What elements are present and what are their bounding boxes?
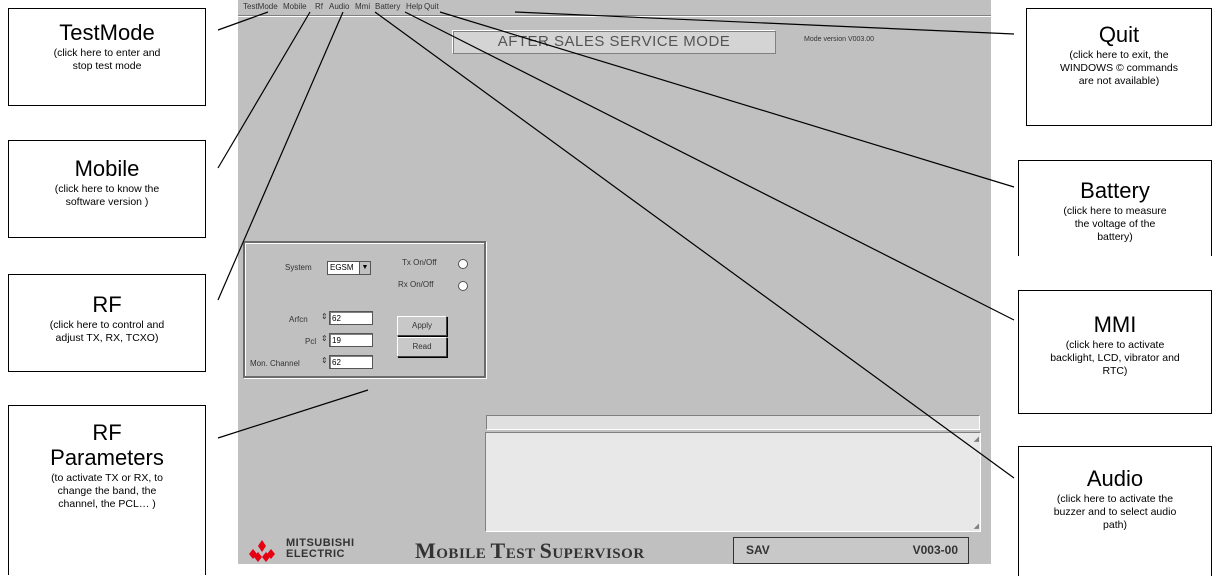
tx-onoff-label: Tx On/Off bbox=[402, 258, 437, 267]
system-label: System bbox=[285, 263, 312, 272]
brand-line-2: ELECTRIC bbox=[286, 548, 345, 560]
system-select[interactable]: EGSM ▼ bbox=[327, 261, 371, 275]
callout-title: Battery bbox=[1080, 178, 1150, 203]
read-button[interactable]: Read bbox=[397, 337, 447, 357]
callout-description: (click here to control and adjust TX, RX… bbox=[49, 319, 165, 344]
callout-rf-parameters: RF Parameters (to activate TX or RX, to … bbox=[8, 405, 206, 575]
mon-channel-spinner-icon[interactable]: ⇕ bbox=[321, 356, 328, 365]
callout-description: (click here to enter and stop test mode bbox=[53, 47, 161, 72]
callout-rf: RF (click here to control and adjust TX,… bbox=[8, 274, 206, 372]
resize-grip-icon: ◢ bbox=[973, 523, 979, 530]
mon-channel-field[interactable]: 62 bbox=[329, 355, 373, 369]
title-cap: S bbox=[539, 538, 553, 563]
rx-onoff-label: Rx On/Off bbox=[398, 280, 434, 289]
pcl-spinner-icon[interactable]: ⇕ bbox=[321, 334, 328, 343]
tx-onoff-radio[interactable] bbox=[458, 259, 468, 269]
callout-description: (click here to activate backlight, LCD, … bbox=[1050, 339, 1180, 377]
menu-separator bbox=[238, 15, 991, 17]
callout-title: RF Parameters bbox=[50, 420, 164, 470]
menu-help[interactable]: Help bbox=[406, 2, 422, 11]
product-title: MOBILE TEST SUPERVISOR bbox=[415, 538, 645, 564]
status-box: SAV V003-00 bbox=[733, 537, 969, 564]
rf-parameters-panel: System EGSM ▼ Tx On/Off Rx On/Off Arfcn … bbox=[243, 241, 486, 378]
menu-audio[interactable]: Audio bbox=[329, 2, 349, 11]
callout-title: Quit bbox=[1098, 22, 1140, 47]
title-cap: M bbox=[415, 538, 437, 563]
callout-description: (click here to know the software version… bbox=[54, 183, 160, 208]
progress-bar bbox=[486, 415, 980, 430]
callout-description: (click here to exit, the WINDOWS © comma… bbox=[1060, 49, 1178, 87]
app-window: TestMode Mobile Rf Audio Mmi Battery Hel… bbox=[238, 0, 991, 564]
arfcn-spinner-icon[interactable]: ⇕ bbox=[321, 312, 328, 321]
callout-title: RF bbox=[92, 292, 122, 317]
rx-onoff-radio[interactable] bbox=[458, 281, 468, 291]
brand-logo-text: MITSUBISHI ELECTRIC bbox=[286, 538, 355, 560]
menu-mobile[interactable]: Mobile bbox=[283, 2, 307, 11]
menu-bar: TestMode Mobile Rf Audio Mmi Battery Hel… bbox=[238, 0, 991, 14]
callout-title: MMI bbox=[1093, 312, 1137, 337]
callout-title: Mobile bbox=[74, 156, 140, 181]
callout-description: (to activate TX or RX, to change the ban… bbox=[51, 472, 163, 510]
pcl-label: Pcl bbox=[305, 337, 317, 346]
menu-testmode[interactable]: TestMode bbox=[243, 2, 278, 11]
status-right: V003-00 bbox=[912, 543, 958, 557]
resize-grip-icon: ◢ bbox=[973, 436, 979, 443]
title-rest: EST bbox=[505, 546, 540, 562]
callout-description: (click here to activate the buzzer and t… bbox=[1053, 493, 1177, 531]
menu-rf[interactable]: Rf bbox=[315, 2, 323, 11]
menu-battery[interactable]: Battery bbox=[375, 2, 400, 11]
mitsubishi-diamonds-icon bbox=[249, 540, 275, 562]
title-cap: T bbox=[490, 538, 506, 563]
apply-button[interactable]: Apply bbox=[397, 316, 447, 336]
mode-version: Mode version V003.00 bbox=[804, 36, 875, 43]
callout-title: TestMode bbox=[59, 20, 155, 45]
arfcn-label: Arfcn bbox=[289, 315, 308, 324]
menu-quit[interactable]: Quit bbox=[424, 2, 439, 11]
callout-quit: Quit (click here to exit, the WINDOWS © … bbox=[1026, 8, 1212, 126]
callout-description: (click here to measure the voltage of th… bbox=[1063, 205, 1167, 243]
callout-mobile: Mobile (click here to know the software … bbox=[8, 140, 206, 238]
mon-channel-label: Mon. Channel bbox=[250, 359, 300, 368]
arfcn-field[interactable]: 62 bbox=[329, 311, 373, 325]
callout-battery: Battery (click here to measure the volta… bbox=[1018, 160, 1212, 256]
title-rest: UPERVISOR bbox=[552, 546, 645, 562]
system-value: EGSM bbox=[330, 263, 354, 272]
mode-title-box: AFTER SALES SERVICE MODE bbox=[452, 30, 776, 54]
chevron-down-icon[interactable]: ▼ bbox=[359, 262, 370, 274]
menu-mmi[interactable]: Mmi bbox=[355, 2, 370, 11]
log-textarea[interactable]: ◢ ◢ bbox=[485, 432, 981, 532]
status-left: SAV bbox=[746, 543, 770, 557]
callout-mmi: MMI (click here to activate backlight, L… bbox=[1018, 290, 1212, 414]
pcl-field[interactable]: 19 bbox=[329, 333, 373, 347]
callout-testmode: TestMode (click here to enter and stop t… bbox=[8, 8, 206, 106]
callout-audio: Audio (click here to activate the buzzer… bbox=[1018, 446, 1212, 576]
callout-title: Audio bbox=[1086, 466, 1144, 491]
title-rest: OBILE bbox=[436, 546, 491, 562]
mode-title: AFTER SALES SERVICE MODE bbox=[497, 33, 731, 50]
